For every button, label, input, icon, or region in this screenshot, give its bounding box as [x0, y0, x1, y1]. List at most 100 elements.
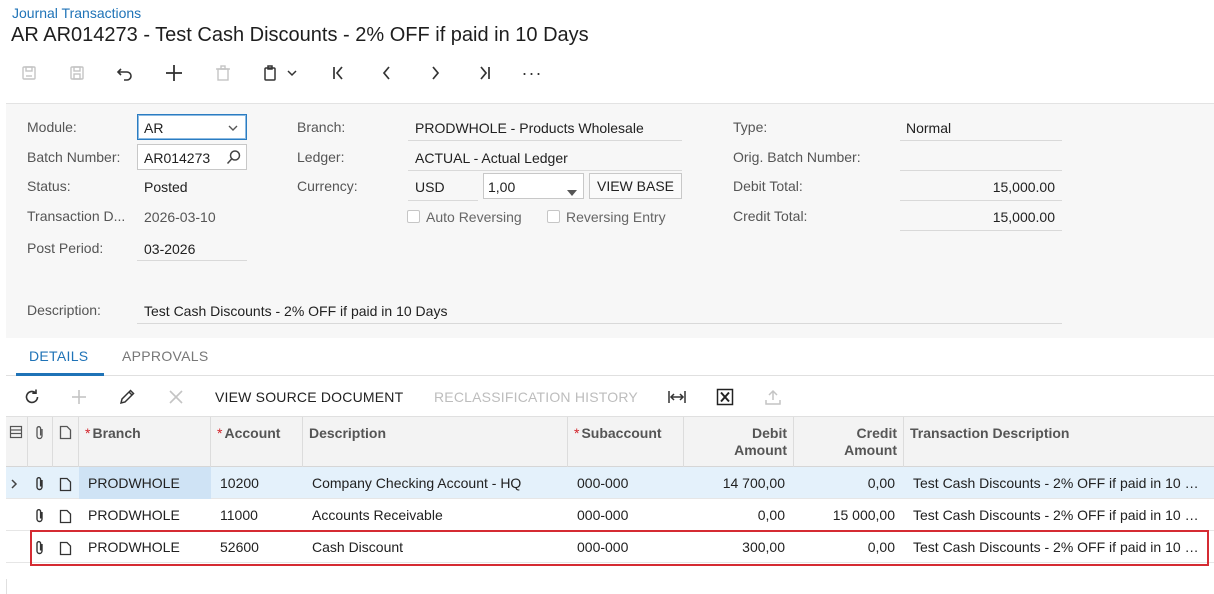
note-icon[interactable]: [53, 499, 79, 531]
cell-credit[interactable]: 0,00: [794, 467, 904, 499]
module-value: AR: [144, 120, 164, 136]
last-record-icon[interactable]: [469, 58, 499, 88]
column-credit-label-2: Amount: [844, 442, 897, 458]
debit-total-label: Debit Total:: [733, 178, 803, 194]
view-source-document-button[interactable]: VIEW SOURCE DOCUMENT: [215, 383, 403, 411]
cell-description[interactable]: Company Checking Account - HQ: [303, 467, 568, 499]
cell-description[interactable]: Accounts Receivable: [303, 499, 568, 531]
attachment-icon[interactable]: [28, 499, 53, 531]
cell-debit[interactable]: 14 700,00: [684, 467, 794, 499]
description-value[interactable]: Test Cash Discounts - 2% OFF if paid in …: [144, 303, 447, 319]
ledger-value[interactable]: ACTUAL - Actual Ledger: [415, 150, 568, 166]
currency-value[interactable]: USD: [415, 179, 445, 195]
cell-subaccount[interactable]: 000-000: [568, 499, 684, 531]
column-account-label: Account: [224, 425, 281, 441]
cell-branch[interactable]: PRODWHOLE: [79, 499, 211, 531]
type-value: Normal: [906, 120, 952, 136]
refresh-icon[interactable]: [20, 383, 44, 411]
undo-icon[interactable]: [110, 58, 140, 88]
main-toolbar: ···: [14, 58, 574, 88]
reclassification-history-button[interactable]: RECLASSIFICATION HISTORY: [434, 383, 638, 411]
module-label: Module:: [27, 119, 77, 135]
cell-account[interactable]: 10200: [211, 467, 303, 499]
cell-credit[interactable]: 15 000,00: [794, 499, 904, 531]
previous-icon[interactable]: [372, 58, 402, 88]
column-description[interactable]: Description: [303, 417, 568, 468]
tab-details[interactable]: DETAILS: [29, 348, 88, 364]
post-period-label: Post Period:: [27, 240, 104, 256]
caret-down-icon[interactable]: [567, 183, 577, 199]
credit-total-value: 15,000.00: [992, 209, 1055, 225]
grid-header: * Branch * Account Description * Subaccount…: [6, 416, 1214, 468]
debit-total-value: 15,000.00: [992, 179, 1055, 195]
table-row[interactable]: PRODWHOLE 10200 Company Checking Account…: [6, 467, 1214, 499]
view-base-button[interactable]: VIEW BASE: [589, 173, 682, 199]
attachment-icon[interactable]: [28, 417, 53, 468]
column-debit-label: Debit: [752, 425, 787, 441]
note-icon[interactable]: [53, 467, 79, 499]
chevron-down-icon[interactable]: [282, 58, 302, 88]
column-account[interactable]: * Account: [211, 417, 303, 468]
module-select[interactable]: AR: [137, 114, 247, 140]
chevron-down-icon[interactable]: [227, 121, 239, 137]
column-debit-label-2: Amount: [734, 442, 787, 458]
column-transaction-description[interactable]: Transaction Description: [904, 417, 1214, 468]
required-mark: *: [574, 425, 580, 441]
search-icon[interactable]: [226, 149, 242, 168]
table-row[interactable]: PRODWHOLE 11000 Accounts Receivable 000-…: [6, 499, 1214, 531]
more-icon[interactable]: ···: [517, 58, 547, 88]
auto-reversing-checkbox[interactable]: [407, 210, 420, 223]
header-form: Module: AR Batch Number: AR014273 Status…: [6, 103, 1214, 338]
cell-transaction-description[interactable]: Test Cash Discounts - 2% OFF if paid in …: [904, 467, 1209, 499]
required-mark: *: [217, 425, 223, 441]
orig-batch-number-label: Orig. Batch Number:: [733, 149, 861, 165]
next-icon[interactable]: [420, 58, 450, 88]
tab-bar: DETAILS APPROVALS: [6, 338, 1214, 376]
transaction-date-value: 2026-03-10: [144, 209, 216, 225]
upload-icon[interactable]: [761, 383, 785, 411]
breadcrumb[interactable]: Journal Transactions: [12, 5, 141, 21]
required-mark: *: [85, 425, 91, 441]
row-expand-icon[interactable]: [6, 467, 28, 499]
batch-number-value: AR014273: [144, 150, 211, 166]
cell-account[interactable]: 11000: [211, 499, 303, 531]
branch-label: Branch:: [297, 119, 346, 135]
column-credit-label: Credit: [856, 425, 897, 441]
excel-export-icon[interactable]: [713, 383, 737, 411]
first-record-icon[interactable]: [324, 58, 354, 88]
cell-branch[interactable]: PRODWHOLE: [79, 467, 211, 499]
row-selector-icon[interactable]: [6, 417, 28, 468]
currency-rate-select[interactable]: 1,00: [483, 173, 584, 199]
column-subaccount[interactable]: * Subaccount: [568, 417, 684, 468]
column-credit-amount[interactable]: Credit Amount: [794, 417, 904, 468]
save-draft-icon[interactable]: [14, 58, 44, 88]
cell-subaccount[interactable]: 000-000: [568, 467, 684, 499]
credit-total-label: Credit Total:: [733, 208, 808, 224]
add-icon[interactable]: [159, 58, 189, 88]
batch-number-field[interactable]: AR014273: [137, 144, 247, 170]
ledger-label: Ledger:: [297, 149, 345, 165]
column-branch-label: Branch: [92, 425, 141, 441]
description-label: Description:: [27, 302, 101, 318]
save-icon[interactable]: [62, 58, 92, 88]
batch-number-label: Batch Number:: [27, 149, 121, 165]
post-period-value[interactable]: 03-2026: [144, 241, 195, 257]
tab-approvals[interactable]: APPROVALS: [122, 348, 208, 364]
currency-label: Currency:: [297, 178, 358, 194]
cell-debit[interactable]: 0,00: [684, 499, 794, 531]
delete-icon[interactable]: [208, 58, 238, 88]
cell-transaction-description[interactable]: Test Cash Discounts - 2% OFF if paid in …: [904, 499, 1209, 531]
status-value: Posted: [144, 179, 188, 195]
type-label: Type:: [733, 119, 768, 135]
attachment-icon[interactable]: [28, 467, 53, 499]
add-row-icon[interactable]: [67, 383, 91, 411]
branch-value[interactable]: PRODWHOLE - Products Wholesale: [415, 120, 644, 136]
reversing-entry-checkbox[interactable]: [547, 210, 560, 223]
fit-columns-icon[interactable]: [665, 383, 689, 411]
column-description-label: Description: [309, 425, 387, 441]
column-branch[interactable]: * Branch: [79, 417, 211, 468]
edit-icon[interactable]: [115, 383, 139, 411]
column-debit-amount[interactable]: Debit Amount: [684, 417, 794, 468]
delete-row-icon[interactable]: [164, 383, 188, 411]
note-icon[interactable]: [53, 417, 79, 468]
